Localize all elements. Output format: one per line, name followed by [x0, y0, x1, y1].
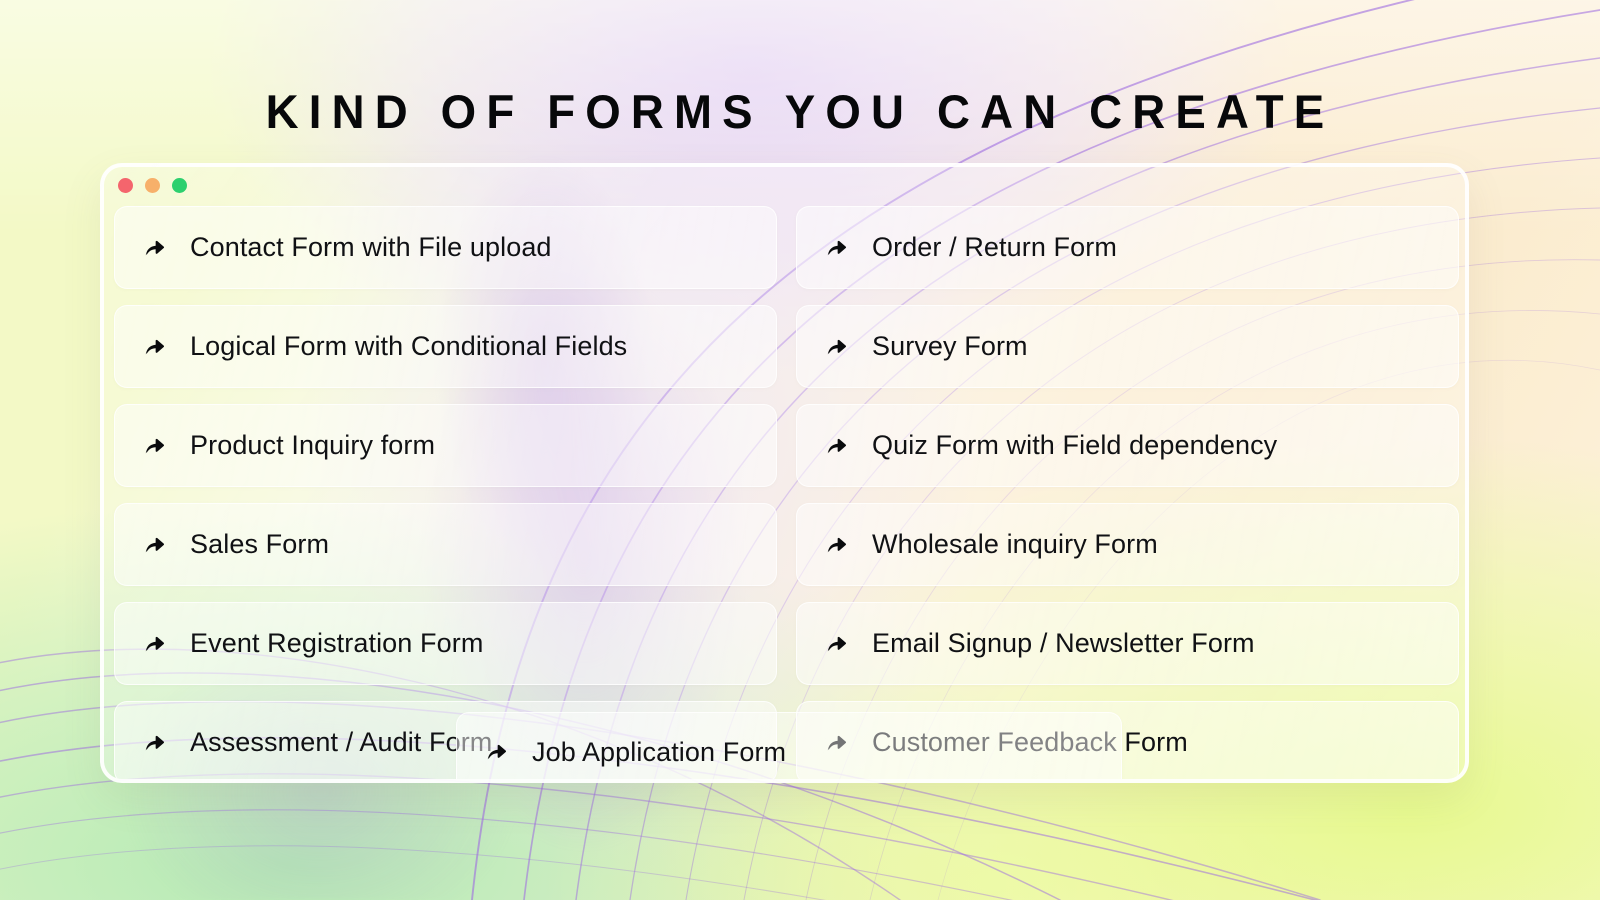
form-type-card[interactable]: Order / Return Form [796, 206, 1459, 289]
arrow-forward-icon [484, 740, 508, 764]
arrow-forward-icon [142, 335, 166, 359]
form-type-label: Quiz Form with Field dependency [872, 430, 1278, 460]
arrow-forward-icon [142, 236, 166, 260]
arrow-forward-icon [824, 533, 848, 557]
form-type-card[interactable]: Sales Form [114, 503, 777, 586]
form-type-card[interactable]: Wholesale inquiry Form [796, 503, 1459, 586]
form-type-label: Logical Form with Conditional Fields [190, 331, 628, 361]
form-type-card[interactable]: Email Signup / Newsletter Form [796, 602, 1459, 685]
form-type-label: Wholesale inquiry Form [872, 529, 1158, 559]
window-traffic-lights [118, 178, 187, 193]
form-type-card[interactable]: Quiz Form with Field dependency [796, 404, 1459, 487]
form-type-card[interactable]: Contact Form with File upload [114, 206, 777, 289]
arrow-forward-icon [142, 731, 166, 755]
window-minimize-button[interactable] [145, 178, 160, 193]
form-type-label: Product Inquiry form [190, 430, 436, 460]
arrow-forward-icon [142, 632, 166, 656]
browser-window: Contact Form with File upload Order / Re… [100, 163, 1469, 783]
form-type-label: Event Registration Form [190, 628, 484, 658]
form-type-card[interactable]: Product Inquiry form [114, 404, 777, 487]
page-title: KIND OF FORMS YOU CAN CREATE [265, 85, 1335, 138]
form-type-label: Job Application Form [532, 736, 787, 767]
form-type-label: Survey Form [872, 331, 1028, 361]
arrow-forward-icon [824, 632, 848, 656]
form-type-label: Order / Return Form [872, 232, 1117, 262]
arrow-forward-icon [142, 434, 166, 458]
page-root: KIND OF FORMS YOU CAN CREATE Contact For… [0, 0, 1600, 900]
form-type-card[interactable]: Logical Form with Conditional Fields [114, 305, 777, 388]
arrow-forward-icon [142, 533, 166, 557]
form-type-card[interactable]: Job Application Form [456, 712, 1122, 779]
form-type-label: Assessment / Audit Form [190, 727, 493, 757]
form-types-grid: Contact Form with File upload Order / Re… [110, 206, 1463, 779]
form-types-footer-row: Job Application Form [456, 712, 1122, 779]
form-type-label: Email Signup / Newsletter Form [872, 628, 1255, 658]
form-type-card[interactable]: Event Registration Form [114, 602, 777, 685]
form-type-label: Contact Form with File upload [190, 232, 552, 262]
form-type-card[interactable]: Survey Form [796, 305, 1459, 388]
form-type-label: Sales Form [190, 529, 330, 559]
arrow-forward-icon [824, 335, 848, 359]
arrow-forward-icon [824, 434, 848, 458]
window-maximize-button[interactable] [172, 178, 187, 193]
window-close-button[interactable] [118, 178, 133, 193]
arrow-forward-icon [824, 236, 848, 260]
